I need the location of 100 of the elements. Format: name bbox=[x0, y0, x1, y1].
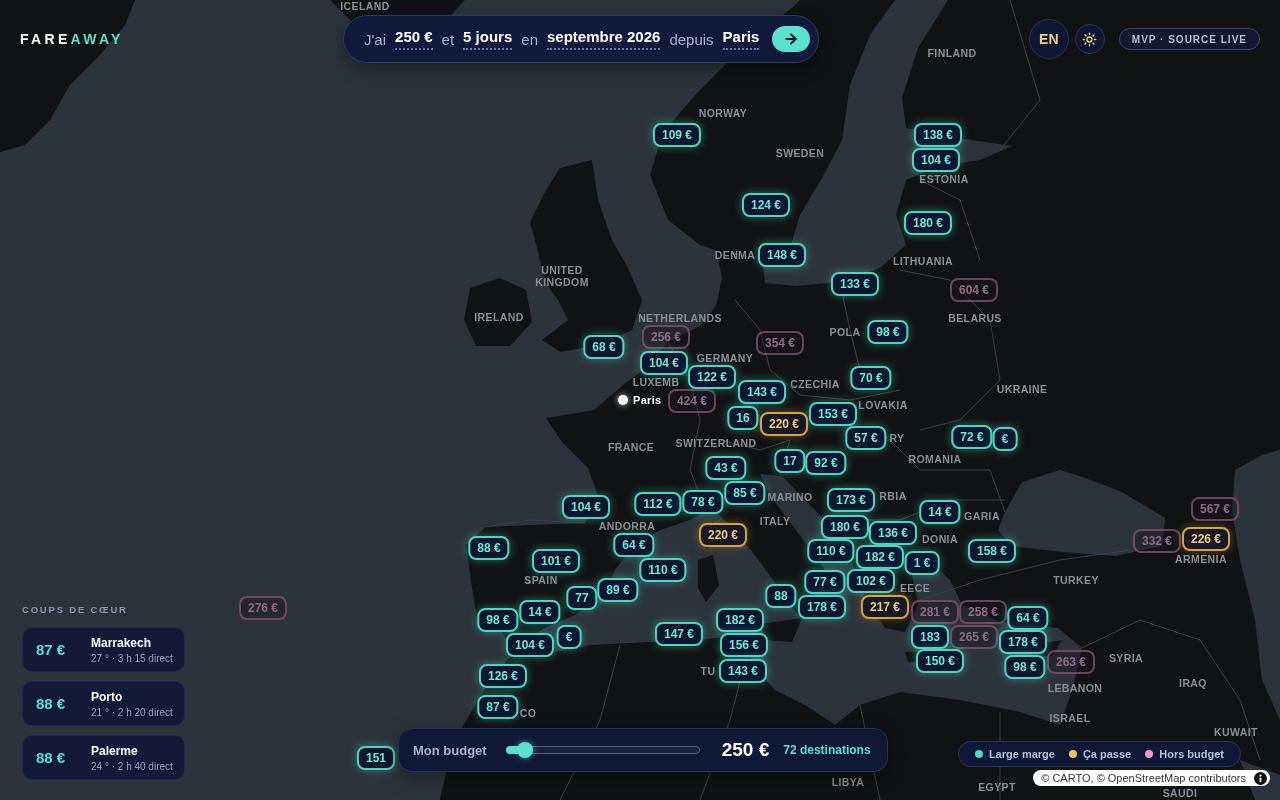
price-marker[interactable]: 180 € bbox=[821, 515, 869, 539]
price-marker[interactable]: 263 € bbox=[1047, 650, 1095, 674]
price-marker[interactable]: 354 € bbox=[756, 331, 804, 355]
country-label: RBIA bbox=[879, 490, 907, 502]
price-marker[interactable]: 78 € bbox=[682, 490, 724, 514]
sun-icon bbox=[1082, 31, 1098, 47]
price-marker[interactable]: 220 € bbox=[760, 412, 808, 436]
price-marker[interactable]: 1 € bbox=[904, 551, 940, 575]
price-marker[interactable]: 424 € bbox=[668, 389, 716, 413]
price-marker[interactable]: 88 € bbox=[468, 536, 510, 560]
price-marker[interactable]: 112 € bbox=[634, 492, 682, 516]
price-marker[interactable]: 143 € bbox=[738, 380, 786, 404]
price-marker[interactable]: 88 bbox=[765, 584, 797, 608]
country-label: SWITZERLAND bbox=[675, 437, 757, 449]
price-marker[interactable]: 110 € bbox=[807, 539, 855, 563]
country-label: KUWAIT bbox=[1214, 726, 1258, 738]
favorite-card[interactable]: 88 € Palerme 24 ° · 2 h 40 direct bbox=[22, 735, 185, 780]
price-marker[interactable]: 158 € bbox=[968, 539, 1016, 563]
price-marker[interactable]: 98 € bbox=[867, 320, 909, 344]
price-marker[interactable]: 258 € bbox=[959, 600, 1007, 624]
price-marker[interactable]: 104 € bbox=[640, 351, 688, 375]
price-marker[interactable]: 133 € bbox=[831, 272, 879, 296]
country-label: POLA bbox=[829, 326, 861, 338]
price-marker[interactable]: 89 € bbox=[597, 578, 639, 602]
country-label: UNITED KINGDOM bbox=[535, 264, 589, 288]
query-value[interactable]: 5 jours bbox=[463, 28, 513, 50]
price-marker[interactable]: 64 € bbox=[613, 533, 655, 557]
price-marker[interactable]: 180 € bbox=[904, 211, 952, 235]
status-badge: MVP · SOURCE LIVE bbox=[1118, 28, 1260, 50]
price-marker[interactable]: 87 € bbox=[477, 695, 519, 719]
price-marker[interactable]: 101 € bbox=[532, 549, 580, 573]
price-marker[interactable]: 183 bbox=[911, 625, 949, 649]
attribution-text: © CARTO, © OpenStreetMap contributors bbox=[1041, 772, 1246, 784]
price-marker[interactable]: 217 € bbox=[861, 595, 909, 619]
price-marker[interactable]: 104 € bbox=[912, 148, 960, 172]
price-marker[interactable]: 104 € bbox=[562, 495, 610, 519]
price-marker[interactable]: 122 € bbox=[688, 365, 736, 389]
price-marker[interactable]: 77 bbox=[566, 586, 598, 610]
price-marker[interactable]: 567 € bbox=[1191, 497, 1239, 521]
query-text: et bbox=[441, 30, 455, 48]
price-marker[interactable]: 57 € bbox=[845, 426, 887, 450]
country-label: FINLAND bbox=[927, 47, 977, 59]
price-marker[interactable]: € bbox=[992, 427, 1018, 451]
location-dot-icon bbox=[618, 395, 628, 405]
country-label: LITHUANIA bbox=[892, 255, 954, 267]
price-marker[interactable]: 182 € bbox=[856, 545, 904, 569]
price-marker[interactable]: 147 € bbox=[655, 622, 703, 646]
price-marker[interactable]: 156 € bbox=[720, 633, 768, 657]
budget-slider[interactable] bbox=[505, 742, 700, 758]
price-marker[interactable]: 151 bbox=[357, 746, 395, 770]
price-marker[interactable]: 64 € bbox=[1007, 606, 1049, 630]
slider-thumb[interactable] bbox=[517, 742, 534, 758]
price-marker[interactable]: 150 € bbox=[916, 649, 964, 673]
price-marker[interactable]: 126 € bbox=[479, 664, 527, 688]
price-marker[interactable]: 220 € bbox=[699, 523, 747, 547]
country-label: TU bbox=[700, 665, 716, 677]
favorite-card[interactable]: 87 € Marrakech 27 ° · 3 h 15 direct bbox=[22, 627, 185, 672]
price-marker[interactable]: 70 € bbox=[850, 366, 892, 390]
price-marker[interactable]: 332 € bbox=[1133, 529, 1181, 553]
price-marker[interactable]: 109 € bbox=[653, 123, 701, 147]
price-marker[interactable]: 17 bbox=[774, 449, 806, 473]
query-value[interactable]: 250 € bbox=[395, 28, 433, 50]
country-label: NORWAY bbox=[698, 107, 748, 119]
price-marker[interactable]: 104 € bbox=[506, 633, 554, 657]
price-marker[interactable]: 148 € bbox=[758, 243, 806, 267]
price-marker[interactable]: 98 € bbox=[477, 608, 519, 632]
price-marker[interactable]: 14 € bbox=[919, 500, 961, 524]
price-marker[interactable]: 143 € bbox=[719, 659, 767, 683]
price-marker[interactable]: 178 € bbox=[999, 630, 1047, 654]
price-marker[interactable]: 226 € bbox=[1182, 527, 1230, 551]
price-marker[interactable]: 16 bbox=[727, 406, 759, 430]
query-value[interactable]: septembre 2026 bbox=[547, 28, 661, 50]
price-marker[interactable]: € bbox=[556, 625, 582, 649]
country-label: IRELAND bbox=[474, 311, 524, 323]
price-marker[interactable]: 136 € bbox=[869, 521, 917, 545]
price-marker[interactable]: 98 € bbox=[1004, 655, 1046, 679]
price-marker[interactable]: 604 € bbox=[950, 278, 998, 302]
legend-label: Large marge bbox=[988, 748, 1055, 760]
price-marker[interactable]: 110 € bbox=[639, 558, 687, 582]
country-label: LOVAKIA bbox=[858, 399, 908, 411]
country-label: ITALY bbox=[759, 515, 791, 527]
info-icon[interactable] bbox=[1254, 771, 1267, 785]
price-marker[interactable]: 178 € bbox=[798, 595, 846, 619]
price-marker[interactable]: 68 € bbox=[583, 335, 625, 359]
price-marker[interactable]: 138 € bbox=[914, 123, 962, 147]
price-marker[interactable]: 14 € bbox=[519, 600, 561, 624]
search-button[interactable] bbox=[772, 26, 811, 52]
price-marker[interactable]: 85 € bbox=[724, 481, 766, 505]
price-marker[interactable]: 102 € bbox=[847, 569, 895, 593]
price-marker[interactable]: 72 € bbox=[951, 425, 993, 449]
query-value[interactable]: Paris bbox=[722, 28, 760, 50]
price-marker[interactable]: 92 € bbox=[805, 451, 847, 475]
price-marker[interactable]: 153 € bbox=[809, 402, 857, 426]
price-marker[interactable]: 173 € bbox=[827, 488, 875, 512]
price-marker[interactable]: 124 € bbox=[742, 193, 790, 217]
favorite-card[interactable]: 88 € Porto 21 ° · 2 h 20 direct bbox=[22, 681, 185, 726]
price-marker[interactable]: 77 € bbox=[804, 570, 846, 594]
price-marker[interactable]: 43 € bbox=[705, 456, 747, 480]
country-label: EECE bbox=[899, 582, 931, 594]
price-marker[interactable]: 182 € bbox=[716, 608, 764, 632]
